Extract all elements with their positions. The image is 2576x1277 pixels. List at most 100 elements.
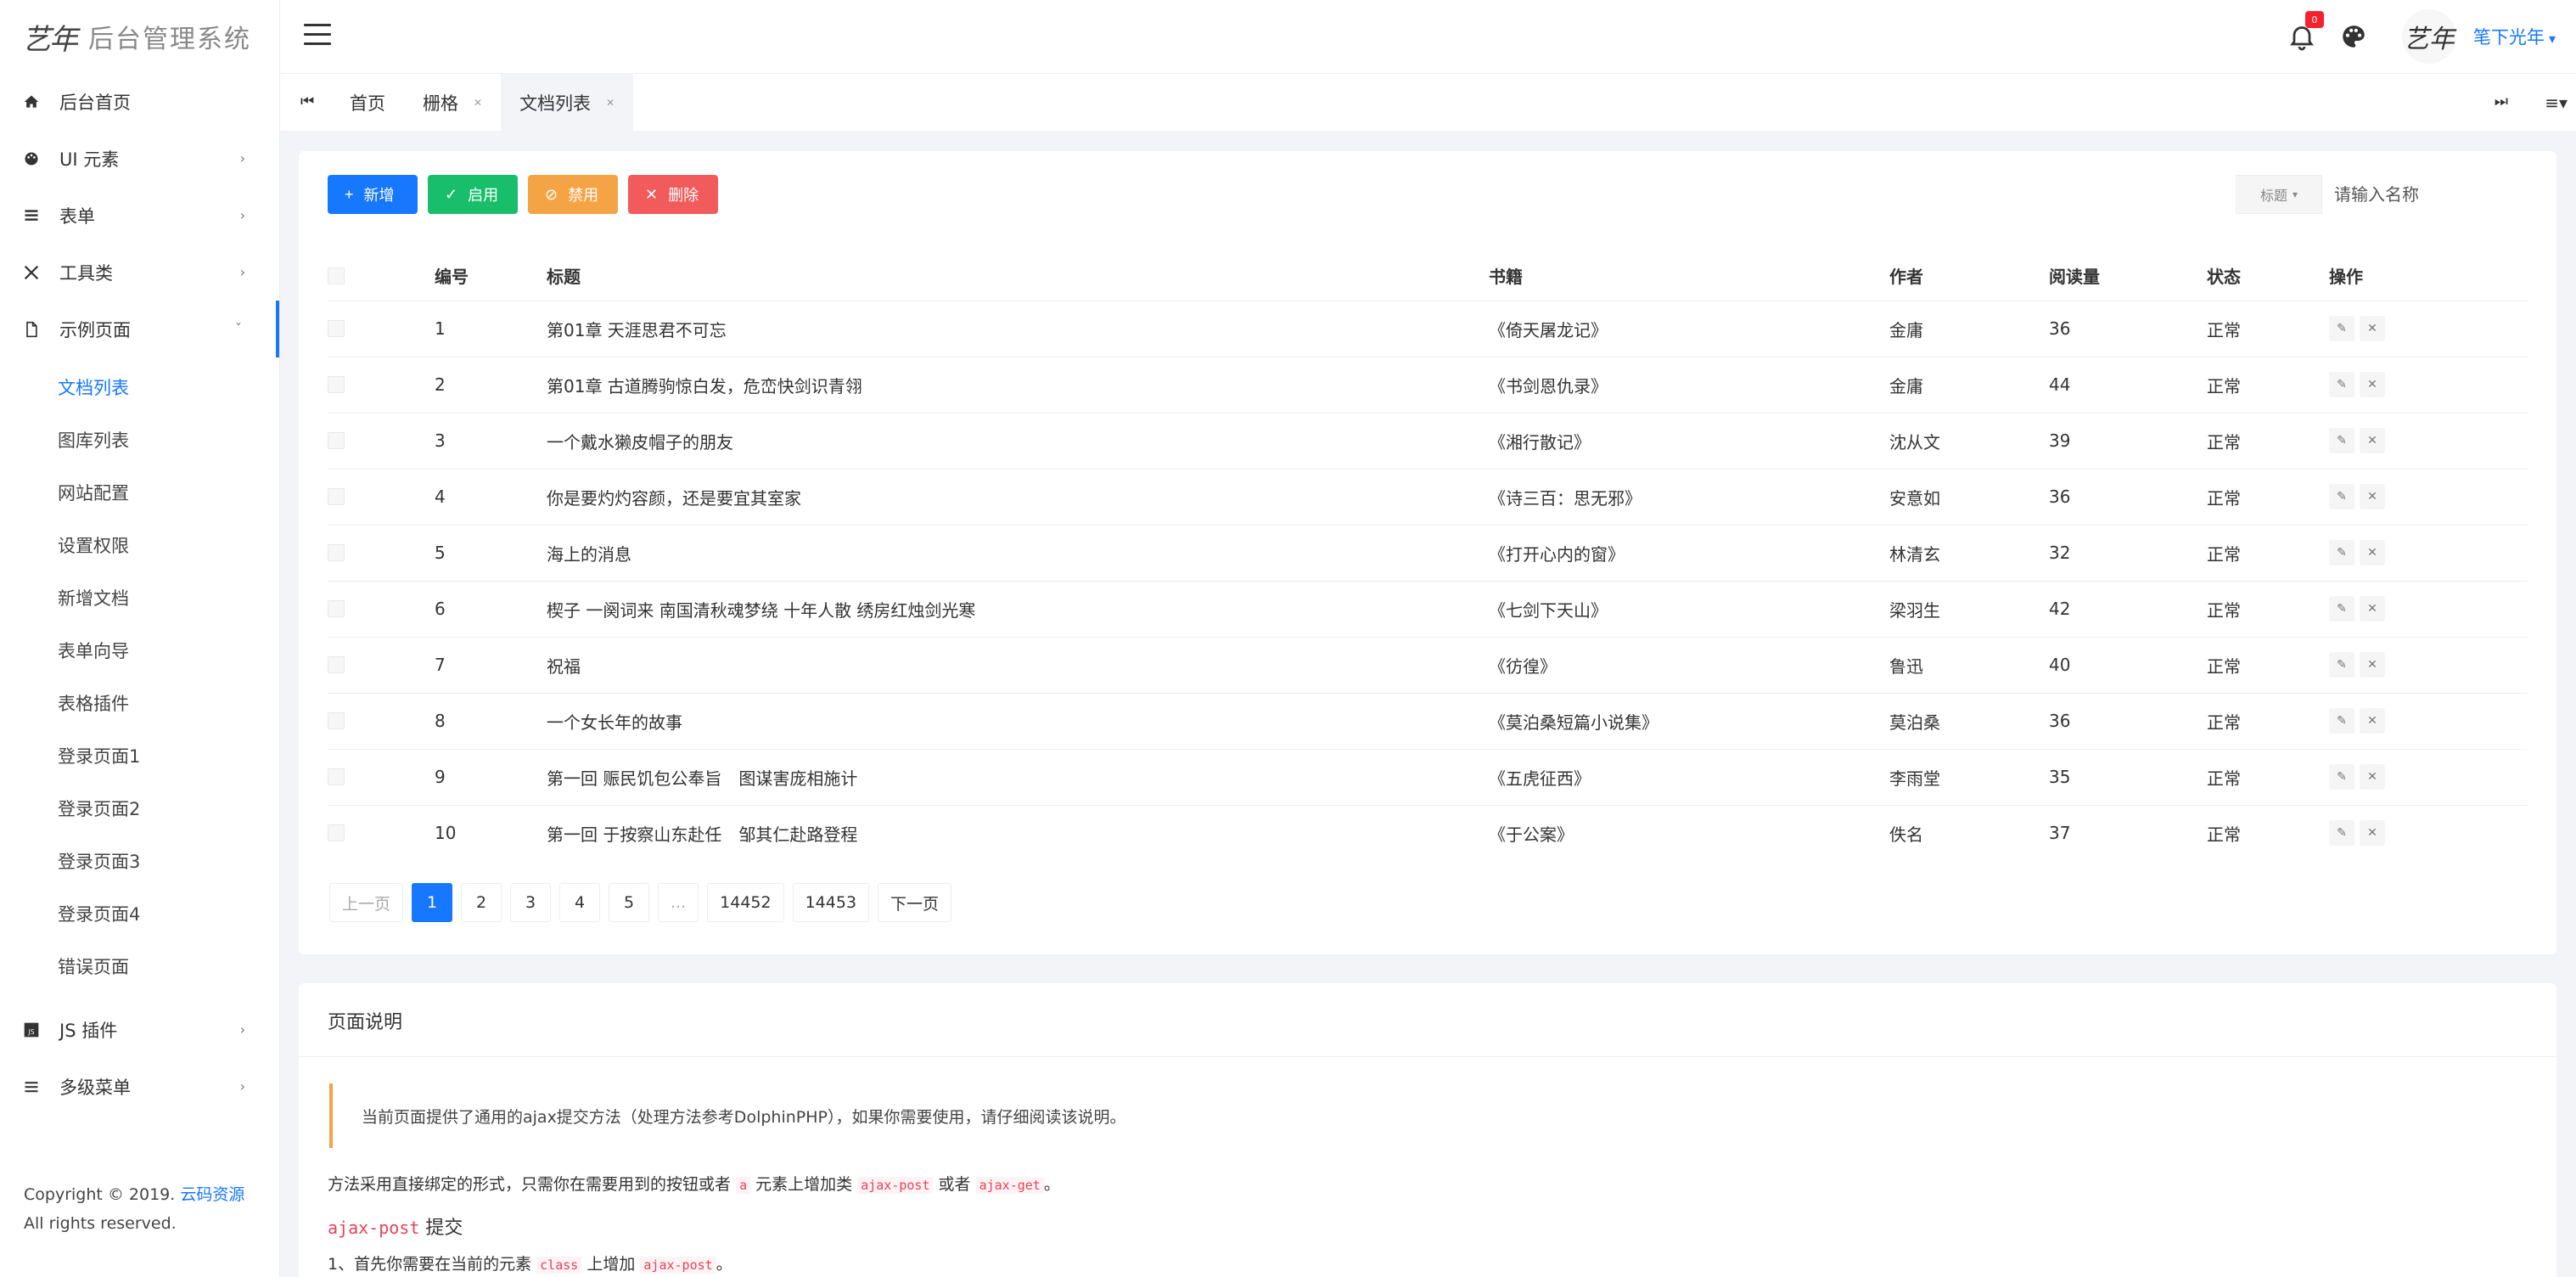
sidebar-subitem[interactable]: 网站配置	[0, 466, 279, 519]
copyright-suffix: All rights reserved.	[24, 1214, 177, 1233]
tab[interactable]: 文档列表 ✕	[501, 74, 634, 132]
sidebar-item-label: 示例页面	[59, 319, 131, 340]
page-button[interactable]: 1	[412, 883, 453, 922]
sidebar-item[interactable]: UI 元素 ›	[0, 130, 279, 187]
next-page-button[interactable]: 下一页	[878, 883, 952, 922]
delete-row-icon[interactable]: ✕	[2360, 316, 2385, 341]
enable-button[interactable]: ✓ 启用	[428, 175, 518, 214]
sidebar-subitem[interactable]: 图库列表	[0, 413, 279, 466]
inline-code: ajax-get	[975, 1177, 1044, 1194]
search-field-select[interactable]: 标题	[2236, 175, 2322, 214]
delete-row-icon[interactable]: ✕	[2360, 484, 2385, 509]
row-checkbox[interactable]	[328, 320, 345, 337]
copyright-prefix: Copyright © 2019.	[24, 1185, 176, 1204]
edit-icon[interactable]: ✎	[2329, 820, 2354, 847]
row-checkbox[interactable]	[328, 600, 345, 617]
sidebar-item[interactable]: 工具类 ›	[0, 244, 279, 301]
sidebar-item[interactable]: 表单 ›	[0, 187, 279, 244]
delete-row-icon[interactable]: ✕	[2360, 652, 2385, 678]
cell-views: 39	[2049, 412, 2207, 469]
edit-icon[interactable]: ✎	[2329, 372, 2354, 397]
row-checkbox[interactable]	[328, 432, 345, 449]
list-icon	[22, 206, 41, 225]
delete-row-icon[interactable]: ✕	[2360, 708, 2385, 734]
row-actions: ✎ ✕	[2329, 820, 2528, 847]
tab[interactable]: 栅格 ✕	[404, 74, 501, 132]
sidebar-subitem[interactable]: 登录页面2	[0, 782, 279, 835]
page-button[interactable]: 14452	[707, 883, 784, 922]
edit-icon[interactable]: ✎	[2329, 540, 2354, 565]
delete-row-icon[interactable]: ✕	[2360, 596, 2385, 622]
delete-row-icon[interactable]: ✕	[2360, 540, 2385, 565]
tab-close-icon[interactable]: ✕	[474, 97, 482, 109]
edit-icon[interactable]: ✎	[2329, 652, 2354, 678]
edit-icon[interactable]: ✎	[2329, 596, 2354, 622]
brand[interactable]: 艺年 后台管理系统	[0, 0, 279, 73]
pagination-ellipsis[interactable]: ...	[658, 883, 699, 922]
tabs-scroll-left-icon[interactable]: ⏮	[300, 93, 314, 110]
username-dropdown[interactable]: 笔下光年	[2473, 24, 2556, 49]
page-button[interactable]: 3	[510, 883, 552, 922]
prev-page-button[interactable]: 上一页	[329, 883, 404, 922]
sidebar-subitem[interactable]: 错误页面	[0, 940, 279, 993]
delete-row-icon[interactable]: ✕	[2360, 764, 2385, 790]
add-button[interactable]: + 新增	[328, 175, 418, 214]
row-actions: ✎ ✕	[2329, 484, 2528, 509]
copyright-link[interactable]: 云码资源	[180, 1185, 244, 1204]
cell-id: 10	[435, 804, 547, 861]
sidebar-subitem[interactable]: 登录页面1	[0, 729, 279, 782]
tab-label: 栅格	[423, 93, 458, 114]
description-title: 页面说明	[328, 1012, 403, 1033]
search-input[interactable]	[2322, 175, 2526, 214]
theme-palette-icon[interactable]	[2339, 22, 2368, 51]
table-row: 2 第01章 古道腾驹惊白发，危峦快剑识青翎 《书剑恩仇录》 金庸 44 正常 ✎ ✕	[328, 356, 2528, 413]
row-checkbox[interactable]	[328, 488, 345, 505]
delete-row-icon[interactable]: ✕	[2360, 372, 2385, 397]
user-avatar[interactable]: 艺年	[2401, 9, 2456, 64]
sidebar-subitem[interactable]: 设置权限	[0, 519, 279, 571]
sidebar-item[interactable]: 示例页面 ˇ	[0, 301, 279, 357]
tab-close-icon[interactable]: ✕	[606, 97, 615, 109]
plus-icon: +	[345, 185, 354, 203]
cell-title: 第01章 天涯思君不可忘	[547, 300, 1489, 357]
page-button[interactable]: 2	[461, 883, 502, 922]
sidebar-item[interactable]: 多级菜单 ›	[0, 1058, 279, 1115]
sidebar-subitem[interactable]: 登录页面3	[0, 835, 279, 887]
row-checkbox[interactable]	[328, 768, 345, 785]
select-all-checkbox[interactable]	[328, 267, 345, 284]
tabs-scroll-right-icon[interactable]: ⏭	[2495, 93, 2508, 110]
cell-author: 佚名	[1889, 804, 2049, 861]
sidebar-subitem[interactable]: 登录页面4	[0, 887, 279, 940]
row-checkbox[interactable]	[328, 824, 345, 842]
tabs-menu-icon[interactable]: ≡▾	[2545, 93, 2568, 113]
row-checkbox[interactable]	[328, 544, 345, 561]
cell-status: 正常	[2207, 524, 2329, 581]
page-button[interactable]: 14453	[792, 883, 870, 922]
row-checkbox[interactable]	[328, 712, 345, 729]
page-description-card: 页面说明 当前页面提供了通用的ajax提交方法（处理方法参考DolphinPHP…	[299, 983, 2556, 1277]
edit-icon[interactable]: ✎	[2329, 708, 2354, 734]
menu-toggle-icon[interactable]	[304, 24, 331, 46]
row-checkbox[interactable]	[328, 376, 345, 393]
edit-icon[interactable]: ✎	[2329, 428, 2354, 453]
page-button[interactable]: 4	[559, 883, 601, 922]
sidebar-item[interactable]: JS JS 插件 ›	[0, 1001, 279, 1058]
delete-button[interactable]: ✕ 删除	[628, 175, 718, 214]
page-button[interactable]: 5	[609, 883, 650, 922]
sidebar-subitem[interactable]: 文档列表	[0, 361, 279, 413]
disable-button[interactable]: ⊘ 禁用	[528, 175, 618, 214]
edit-icon[interactable]: ✎	[2329, 316, 2354, 341]
notification-bell-icon[interactable]: 0	[2287, 11, 2324, 52]
sidebar-subitem[interactable]: 表格插件	[0, 677, 279, 729]
tab[interactable]: 首页	[331, 74, 404, 132]
row-actions: ✎ ✕	[2329, 316, 2528, 341]
edit-icon[interactable]: ✎	[2329, 764, 2354, 790]
sidebar-item[interactable]: 后台首页	[0, 73, 279, 130]
text: 或者	[938, 1175, 971, 1194]
sidebar-subitem[interactable]: 新增文档	[0, 571, 279, 624]
sidebar-subitem[interactable]: 表单向导	[0, 624, 279, 677]
row-checkbox[interactable]	[328, 656, 345, 673]
edit-icon[interactable]: ✎	[2329, 484, 2354, 509]
delete-row-icon[interactable]: ✕	[2360, 428, 2385, 453]
delete-row-icon[interactable]: ✕	[2360, 820, 2385, 847]
